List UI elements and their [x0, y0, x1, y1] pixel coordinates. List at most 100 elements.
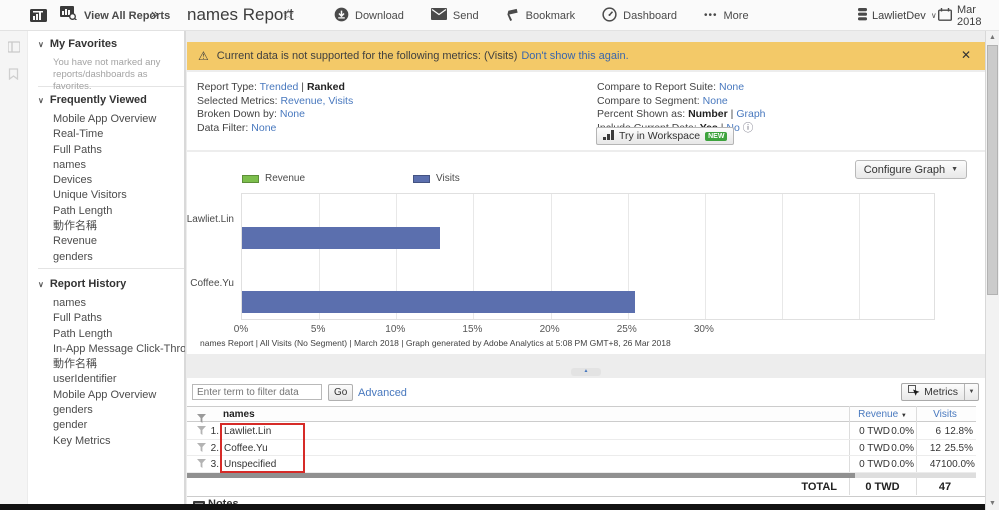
- setting-link[interactable]: None: [719, 81, 744, 93]
- legend-item-visits: Visits: [413, 173, 460, 184]
- report-setting-line: Compare to Segment: None: [597, 95, 766, 109]
- revenue-value: 0 TWD: [849, 426, 890, 437]
- send-button[interactable]: Send: [431, 8, 479, 23]
- setting-text: Compare to Segment:: [597, 95, 703, 107]
- report-setting-line: Compare to Report Suite: None: [597, 81, 766, 95]
- setting-text: Ranked: [307, 81, 345, 93]
- metrics-dropdown-arrow[interactable]: ▼: [964, 384, 978, 400]
- rail-menu-icon[interactable]: [8, 40, 20, 58]
- advanced-filter-link[interactable]: Advanced: [358, 387, 407, 399]
- chevron-down-icon: ∨: [38, 280, 44, 289]
- go-button[interactable]: Go: [328, 384, 353, 401]
- setting-link[interactable]: None: [703, 95, 728, 107]
- more-button[interactable]: •••More: [704, 10, 749, 22]
- download-button[interactable]: Download: [334, 7, 404, 25]
- try-in-workspace-button[interactable]: Try in Workspace NEW: [596, 127, 734, 145]
- total-label: TOTAL: [187, 481, 837, 493]
- sidebar-item-list: Mobile App OverviewReal-TimeFull Pathsna…: [28, 112, 184, 265]
- panel-collapse-handle[interactable]: ▲: [571, 368, 601, 376]
- row-rank: 2.: [203, 443, 219, 454]
- scrollbar-thumb[interactable]: [987, 45, 998, 295]
- setting-link[interactable]: Revenue, Visits: [280, 95, 353, 107]
- dont-show-again-link[interactable]: Don't show this again.: [521, 50, 628, 62]
- date-range-picker[interactable]: Mar 2018: [938, 0, 999, 31]
- chevron-down-icon: ∨: [931, 11, 937, 20]
- warning-banner: ⚠ Current data is not supported for the …: [187, 42, 985, 70]
- row-revenue-cell: 0 TWD0.0%: [849, 443, 914, 454]
- visits-percent: 100.0%: [941, 459, 973, 470]
- view-all-reports-label: View All Reports: [84, 10, 170, 22]
- rail-bookmark-icon[interactable]: [8, 67, 19, 85]
- setting-link[interactable]: Graph: [736, 108, 765, 120]
- sidebar-item-gender[interactable]: gender: [28, 418, 184, 433]
- filter-input[interactable]: [192, 384, 322, 400]
- data-table-panel: Go Advanced Metrics ▼ names Revenue: [187, 378, 985, 496]
- visits-value: 47: [916, 459, 941, 470]
- dashboard-button[interactable]: Dashboard: [602, 7, 677, 25]
- bookmark-button[interactable]: Bookmark: [506, 8, 576, 24]
- expand-menu-icon[interactable]: »: [151, 6, 157, 21]
- sidebar-item-names[interactable]: names: [28, 158, 184, 173]
- x-tick-label: 25%: [611, 324, 643, 335]
- sidebar-item-mobile-app-overview[interactable]: Mobile App Overview: [28, 112, 184, 127]
- send-icon: [431, 8, 447, 23]
- x-tick-label: 5%: [302, 324, 334, 335]
- bottom-bar: [0, 504, 985, 510]
- sidebar-item-real-time[interactable]: Real-Time: [28, 127, 184, 142]
- chart-plot-area: Lawliet.LinCoffee.Yu: [241, 193, 935, 320]
- sidebar-section-header-my-favorites[interactable]: ∨My Favorites: [28, 37, 184, 51]
- table-row: 1.Lawliet.Lin0 TWD0.0%612.8%: [187, 423, 976, 440]
- setting-text: Compare to Report Suite:: [597, 81, 719, 93]
- setting-link[interactable]: None: [251, 122, 276, 134]
- favorite-star-icon[interactable]: ☆: [282, 6, 295, 23]
- sidebar-empty-note: You have not marked any reports/dashboar…: [28, 51, 178, 93]
- sidebar-item-動作名稱[interactable]: 動作名稱: [28, 357, 184, 372]
- top-bar: View All Reports » names Report ☆ Downlo…: [0, 0, 999, 31]
- table-header-row: names Revenue ▼ Visits: [187, 406, 976, 422]
- total-revenue-value: 0 TWD: [849, 481, 916, 493]
- reports-home-icon[interactable]: [30, 8, 47, 28]
- sidebar-item-full-paths[interactable]: Full Paths: [28, 311, 184, 326]
- report-setting-line: Broken Down by: None: [197, 108, 353, 122]
- workspace-chart-icon: [603, 130, 614, 143]
- column-header-revenue[interactable]: Revenue ▼: [849, 409, 916, 420]
- report-suite-picker[interactable]: LawlietDev ∨: [858, 0, 937, 31]
- table-body: 1.Lawliet.Lin0 TWD0.0%612.8%2.Coffee.Yu0…: [187, 423, 976, 473]
- vertical-scrollbar[interactable]: ▲ ▼: [985, 31, 999, 510]
- row-revenue-cell: 0 TWD0.0%: [849, 459, 914, 470]
- close-icon[interactable]: ✕: [961, 48, 971, 62]
- column-header-names[interactable]: names: [223, 409, 255, 420]
- setting-text: Percent Shown as:: [597, 108, 688, 120]
- sidebar-item-genders[interactable]: genders: [28, 250, 184, 265]
- bookmark-icon: [506, 8, 520, 24]
- sidebar-item-useridentifier[interactable]: userIdentifier: [28, 372, 184, 387]
- metrics-button[interactable]: Metrics ▼: [901, 383, 979, 401]
- sidebar-section-title: Frequently Viewed: [50, 94, 147, 106]
- metrics-label: Metrics: [924, 386, 958, 398]
- sidebar-item-key-metrics[interactable]: Key Metrics: [28, 434, 184, 449]
- scroll-up-arrow[interactable]: ▲: [986, 34, 999, 41]
- sidebar-item-devices[interactable]: Devices: [28, 173, 184, 188]
- sidebar-item-mobile-app-overview[interactable]: Mobile App Overview: [28, 388, 184, 403]
- sidebar-item-unique-visitors[interactable]: Unique Visitors: [28, 188, 184, 203]
- setting-link[interactable]: Trended: [260, 81, 299, 93]
- report-suite-name: LawlietDev: [872, 10, 926, 22]
- info-icon[interactable]: ⓘ: [743, 122, 754, 134]
- scroll-down-arrow[interactable]: ▼: [986, 500, 999, 507]
- sidebar-item-in-app-message-click-throughs[interactable]: In-App Message Click-Throughs: [28, 342, 184, 357]
- dropdown-arrow-icon: ▼: [951, 166, 958, 173]
- sidebar-item-genders[interactable]: genders: [28, 403, 184, 418]
- divider: [38, 268, 184, 269]
- sidebar-section-header-frequently-viewed[interactable]: ∨Frequently Viewed: [28, 93, 184, 107]
- setting-link[interactable]: None: [280, 108, 305, 120]
- sidebar-item-names[interactable]: names: [28, 296, 184, 311]
- configure-graph-button[interactable]: Configure Graph ▼: [855, 160, 967, 179]
- more-label: More: [724, 10, 749, 22]
- sidebar-item-revenue[interactable]: Revenue: [28, 234, 184, 249]
- date-range-label: Mar 2018: [957, 4, 999, 28]
- sidebar-item-full-paths[interactable]: Full Paths: [28, 143, 184, 158]
- sidebar-item-path-length[interactable]: Path Length: [28, 327, 184, 342]
- warning-icon: ⚠: [198, 49, 209, 63]
- column-header-visits[interactable]: Visits: [916, 409, 974, 420]
- x-tick-label: 0%: [225, 324, 257, 335]
